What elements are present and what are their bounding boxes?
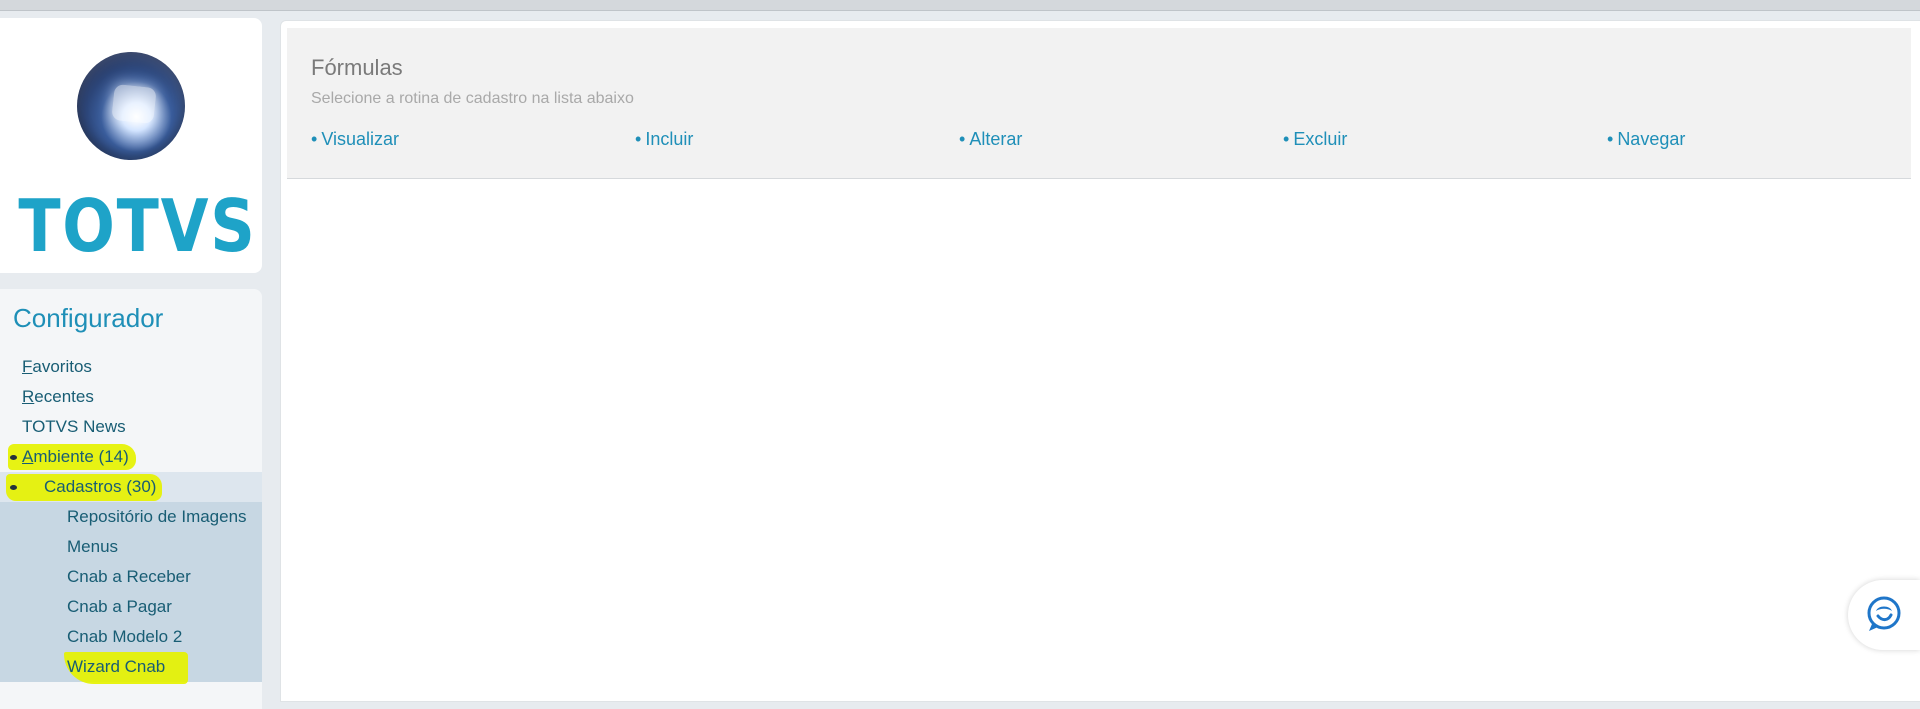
sidebar-item-totvs-news[interactable]: TOTVS News (0, 412, 262, 442)
totvs-logo-icon (77, 52, 185, 160)
sidebar-title: Configurador (13, 303, 164, 333)
chat-button[interactable] (1848, 580, 1920, 650)
sidebar-item-ambiente[interactable]: Ambiente (14) (0, 442, 262, 472)
sidebar-item-cnab-modelo-2[interactable]: Cnab Modelo 2 (0, 622, 262, 652)
sidebar-item-cnab-receber[interactable]: Cnab a Receber (0, 562, 262, 592)
logo-card: TOTVS (0, 18, 262, 273)
excluir-link[interactable]: • Excluir (1283, 129, 1347, 150)
sidebar: Configurador Favoritos Recentes TOTVS Ne… (0, 289, 262, 709)
alterar-link[interactable]: • Alterar (959, 129, 1022, 150)
sidebar-item-cadastros[interactable]: Cadastros (30) (0, 472, 262, 502)
action-bar: • Visualizar • Incluir • Alterar • Excluir •… (311, 129, 1891, 153)
sidebar-item-wizard-cnab[interactable]: Wizard Cnab (0, 652, 262, 684)
tree-bullet-icon (10, 455, 17, 460)
page-header: Fórmulas Selecione a rotina de cadastro … (287, 28, 1911, 179)
page-subtitle: Selecione a rotina de cadastro na lista … (311, 90, 634, 107)
sidebar-item-favoritos[interactable]: Favoritos (0, 352, 262, 382)
top-bar (0, 0, 1920, 11)
sidebar-item-cnab-pagar[interactable]: Cnab a Pagar (0, 592, 262, 622)
main-content: Fórmulas Selecione a rotina de cadastro … (280, 20, 1920, 702)
sidebar-item-recentes[interactable]: Recentes (0, 382, 262, 412)
page-title: Fórmulas (311, 55, 403, 80)
incluir-link[interactable]: • Incluir (635, 129, 693, 150)
visualizar-link[interactable]: • Visualizar (311, 129, 399, 150)
sidebar-item-repositorio-imagens[interactable]: Repositório de Imagens (0, 502, 262, 532)
tree-bullet-icon (10, 485, 17, 490)
chat-bubble-icon (1867, 596, 1901, 631)
sidebar-menu: Favoritos Recentes TOTVS News Ambiente (… (0, 352, 262, 684)
sidebar-item-menus[interactable]: Menus (0, 532, 262, 562)
logo-text: TOTVS (18, 184, 257, 268)
navegar-link[interactable]: • Navegar (1607, 129, 1685, 150)
